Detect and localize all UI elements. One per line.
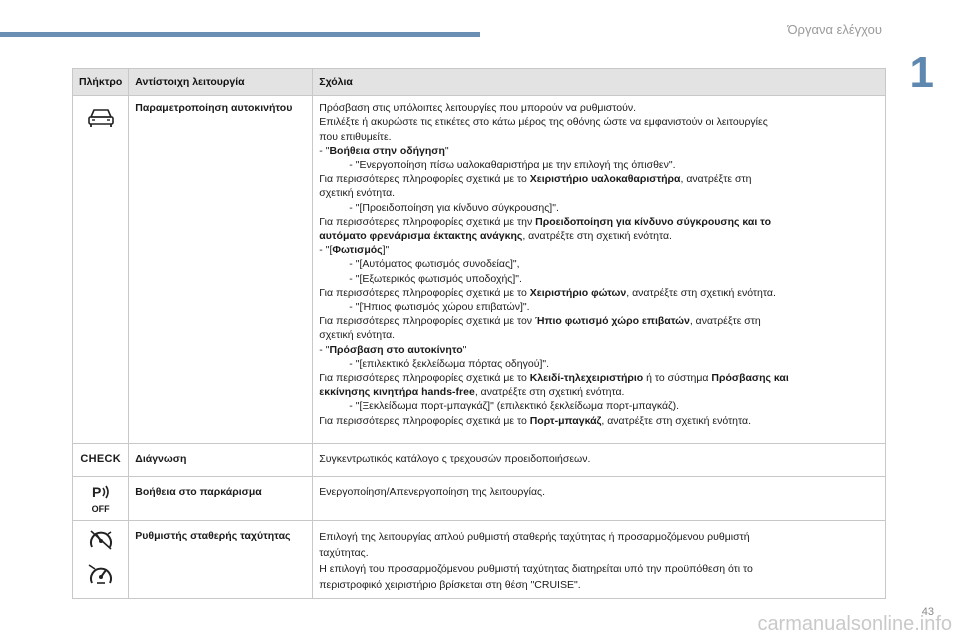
comment-line: Για περισσότερες πληροφορίες σχετικά με … [319,286,879,300]
speed-limiter-icon [88,564,112,585]
key-cell [71,95,130,444]
bold-text: Προειδοποίηση για κίνδυνο σύγκρουσης και… [535,215,771,228]
text: , ανατρέξτε στη σχετική ενότητα. [626,286,776,299]
bold-text: Βοήθεια στην οδήγηση [329,144,445,157]
comment-line: - "[Αυτόματος φωτισμός συνοδείας]", [349,258,520,271]
text: ή το σύστημα [643,372,712,385]
comment-line: Επιλέξτε ή ακυρώστε τις ετικέτες στο κάτ… [319,116,768,129]
bold-text: Πρόσβαση στο αυτοκίνητο [329,343,463,356]
controls-table-body: Πλήκτρο Αντίστοιχη λειτουργία Σχόλια Παρ… [71,67,886,600]
col-header-comments: Σχόλια [312,67,886,97]
comment-line: Επιλογή της λειτουργίας απλού ρυθμιστή σ… [319,531,750,544]
bold-text: εκκίνησης κινητήρα hands-free [319,386,475,399]
comment-line: - "[Προειδοποίηση για κίνδυνο σύγκρουσης… [349,201,559,214]
text: " [444,144,449,157]
bold-text: Χειριστήριο υαλοκαθαριστήρα [529,173,681,186]
text: Για περισσότερες πληροφορίες σχετικά με … [319,215,536,228]
comment-line: εκκίνησης κινητήρα hands-free, ανατρέξτε… [319,385,879,399]
park-assist-off-icon: P [92,484,109,500]
text: - "[ [319,244,333,257]
text: Για περισσότερες πληροφορίες σχετικά με … [319,315,535,328]
text: , ανατρέξτε στη σχετική ενότητα. [474,386,625,399]
text: Για περισσότερες πληροφορίες σχετικά με … [319,286,530,299]
function-park-assist: Βοήθεια στο παρκάρισμα [128,476,314,522]
function-vehicle-settings: Παραμετροποίηση αυτοκινήτου [128,95,314,444]
comment-line: Για περισσότερες πληροφορίες σχετικά με … [319,371,879,385]
col-header-function: Αντίστοιχη λειτουργία [128,67,314,97]
text: , ανατρέξτε στη σχετική ενότητα. [601,414,751,427]
comment-cruise-control: Επιλογή της λειτουργίας απλού ρυθμιστή σ… [312,520,886,600]
comment-line: - "[Ήπιος φωτισμός χώρου επιβατών]". [349,301,530,314]
table-row-park-assist: P OFF Βοήθεια στο παρκάρισμα Ενεργοποίησ… [71,476,886,522]
comment-line: Η επιλογή του προσαρμοζόμενου ρυθμιστή τ… [319,563,753,576]
bold-text: Κλειδί-τηλεχειριστήριο [529,372,644,385]
bold-text: Πορτ-μπαγκάζ [529,414,602,427]
comment-line: - "[Φωτισμός]" [319,243,879,257]
table-row-cruise-control: Ρυθμιστής σταθερής ταχύτητας Επιλογή της… [71,520,886,600]
bold-text: Χειριστήριο φώτων [529,286,627,299]
check-key-label: CHECK [80,452,121,465]
function-diagnostics: Διάγνωση [128,442,314,478]
bold-text: αυτόματο φρενάρισμα έκτακτης ανάγκης [319,230,523,243]
watermark: carmanualsonline.info [757,613,952,635]
comment-line: σχετική ενότητα. [319,187,396,200]
text: - " [319,144,330,157]
comment-line: Πρόσβαση στις υπόλοιπες λειτουργίες που … [319,102,637,115]
comment-line: - "Ενεργοποίηση πίσω υαλοκαθαριστήρα με … [349,159,676,172]
key-cell [71,520,130,600]
comment-line: Για περισσότερες πληροφορίες σχετικά με … [319,215,879,229]
function-cruise-control: Ρυθμιστής σταθερής ταχύτητας [128,520,314,600]
comment-line: που επιθυμείτε. [319,130,392,143]
text: - " [319,343,330,356]
comment-line: - "Βοήθεια στην οδήγηση" [319,144,879,158]
comment-line: - "Πρόσβαση στο αυτοκίνητο" [319,343,879,357]
comment-line: Για περισσότερες πληροφορίες σχετικά με … [319,414,879,428]
comment-line: Για περισσότερες πληροφορίες σχετικά με … [319,172,879,186]
bold-text: Πρόσβασης και [711,372,789,385]
svg-text:P: P [92,484,101,500]
col-header-key: Πλήκτρο [71,67,130,97]
text: Για περισσότερες πληροφορίες σχετικά με … [319,414,530,427]
key-cell: CHECK [71,442,130,478]
comment-line: - "[Εξωτερικός φωτισμός υποδοχής]". [349,272,522,285]
comment-line: - "[Ξεκλείδωμα πορτ-μπαγκάζ]" (επιλεκτικ… [349,400,680,413]
comment-line: αυτόματο φρενάρισμα έκτακτης ανάγκης, αν… [319,229,879,243]
bold-text: Φωτισμός [332,244,383,257]
comment-vehicle-settings: Πρόσβαση στις υπόλοιπες λειτουργίες που … [312,95,886,444]
table-row-check: CHECK Διάγνωση Συγκεντρωτικός κατάλογο ς… [71,442,886,478]
cruise-control-icon [89,530,112,551]
comment-line: σχετική ενότητα. [319,329,396,342]
text: , ανατρέξτε στη [680,173,752,186]
text: , ανατρέξτε στη σχετική ενότητα. [522,230,672,243]
text: , ανατρέξτε στη [689,315,761,328]
comment-diagnostics: Συγκεντρωτικός κατάλογο ς τρεχουσών προε… [312,442,886,478]
comment-line: - "[επιλεκτικό ξεκλείδωμα πόρτας οδηγού]… [349,357,550,370]
comment-park-assist: Ενεργοποίηση/Απενεργοποίηση της λειτουργ… [312,476,886,522]
text: Για περισσότερες πληροφορίες σχετικά με … [319,173,530,186]
chapter-number: 1 [909,48,934,97]
comment-line: περιστροφικό χειριστήριο βρίσκεται στη θ… [319,579,581,592]
bold-text: Ήπιο φωτισμό χώρο επιβατών [534,315,690,328]
table-header-row: Πλήκτρο Αντίστοιχη λειτουργία Σχόλια [71,67,886,97]
text: ]" [382,244,390,257]
off-label: OFF [91,504,110,515]
section-title: Όργανα ελέγχου [787,22,882,37]
comment-line: Για περισσότερες πληροφορίες σχετικά με … [319,314,879,328]
table-row-vehicle-settings: Παραμετροποίηση αυτοκινήτου Πρόσβαση στι… [71,95,886,444]
text: Για περισσότερες πληροφορίες σχετικά με … [319,372,530,385]
comment-line: ταχύτητας. [319,547,369,560]
header-accent-bar [0,32,480,37]
key-cell: P OFF [71,476,130,522]
text: " [462,343,467,356]
car-icon [87,109,114,128]
